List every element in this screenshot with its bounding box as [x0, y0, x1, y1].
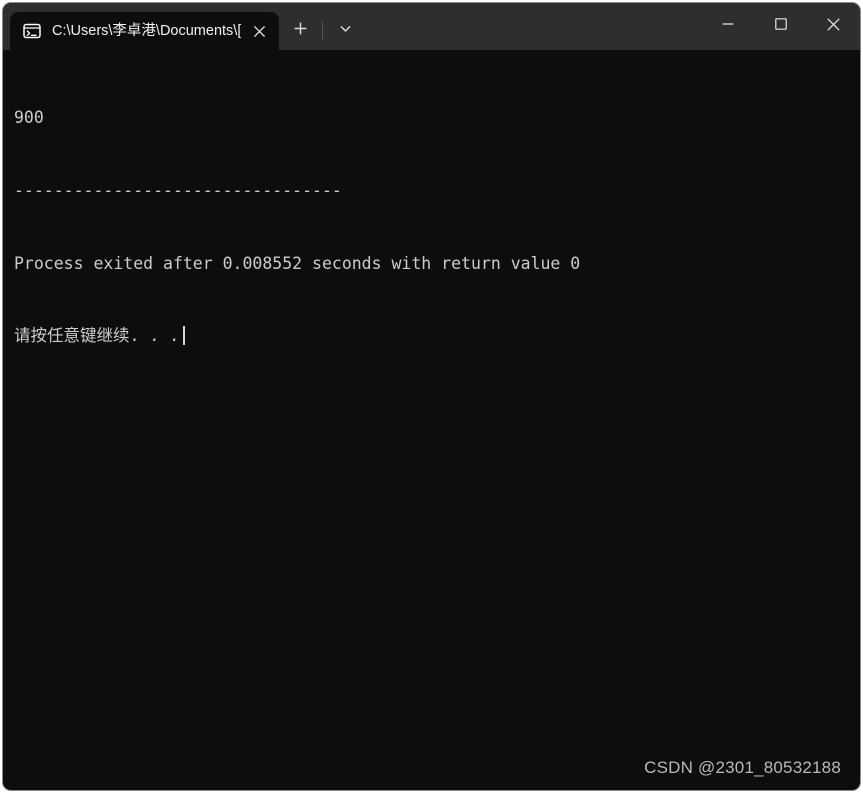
- console-line-prompt: 请按任意键继续. . .: [14, 324, 860, 348]
- title-bar: C:\Users\李卓港\Documents\[: [3, 3, 860, 50]
- tab-console[interactable]: C:\Users\李卓港\Documents\[: [10, 12, 280, 50]
- tab-tools: [279, 12, 362, 50]
- console-line-separator: ---------------------------------: [14, 181, 342, 200]
- new-tab-button[interactable]: [283, 16, 317, 46]
- tab-strip: C:\Users\李卓港\Documents\[: [3, 3, 362, 50]
- maximize-icon: [774, 17, 788, 36]
- console-line: 900: [14, 108, 44, 128]
- tab-close-icon[interactable]: [245, 17, 273, 45]
- tab-tools-divider: [322, 22, 324, 40]
- prompt-text: 请按任意键继续. . .: [14, 326, 180, 346]
- tab-title: C:\Users\李卓港\Documents\[: [52, 23, 242, 39]
- console-text: 900 --------------------------------- Pr…: [14, 58, 860, 397]
- console-line-exit-message: Process exited after 0.008552 seconds wi…: [14, 253, 581, 273]
- text-cursor: [183, 326, 186, 346]
- close-icon: [826, 17, 841, 37]
- command-prompt-icon: [22, 21, 42, 41]
- minimize-button[interactable]: [701, 3, 754, 50]
- csdn-watermark: CSDN @2301_80532188: [644, 758, 841, 777]
- minimize-icon: [721, 17, 735, 36]
- terminal-output-area[interactable]: 900 --------------------------------- Pr…: [3, 50, 860, 790]
- terminal-window: C:\Users\李卓港\Documents\[900 -----------…: [2, 2, 861, 791]
- plus-icon: [293, 21, 308, 41]
- window-controls: [701, 3, 860, 50]
- chevron-down-icon: [339, 22, 352, 40]
- tab-dropdown-button[interactable]: [328, 16, 362, 46]
- maximize-button[interactable]: [754, 3, 807, 50]
- close-button[interactable]: [807, 3, 860, 50]
